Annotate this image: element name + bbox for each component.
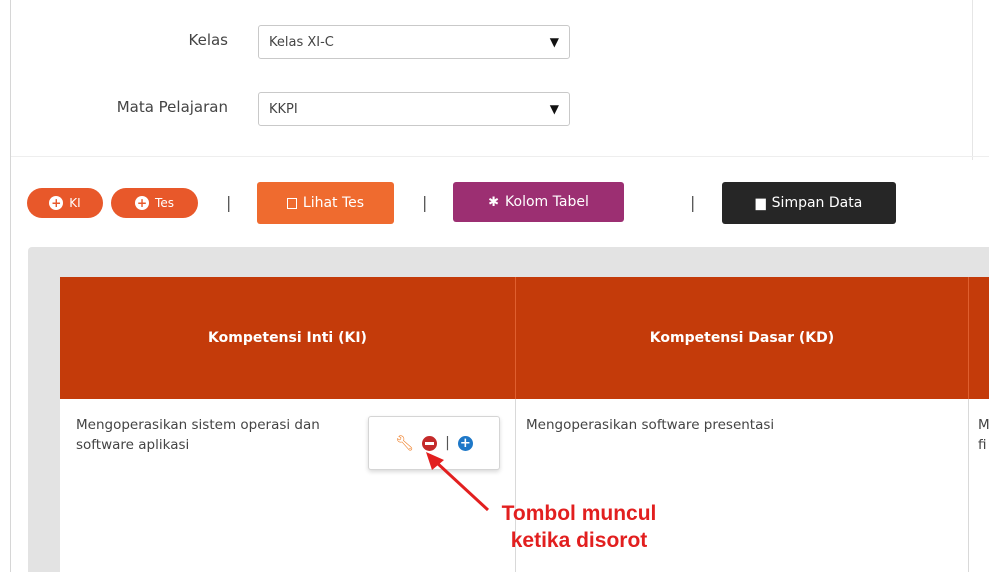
callout-text: Tombol muncul ketika disorot bbox=[476, 500, 682, 554]
add-icon[interactable]: + bbox=[457, 435, 473, 451]
gear-icon: ✱ bbox=[488, 194, 500, 210]
kelas-select[interactable]: Kelas XI-C ▼ bbox=[258, 25, 570, 59]
lihat-tes-label: Lihat Tes bbox=[302, 195, 365, 211]
column-divider bbox=[515, 277, 516, 399]
toolbar-separator: | bbox=[690, 193, 696, 212]
cell-ki[interactable]: Mengoperasikan sistem operasi dan softwa… bbox=[76, 415, 376, 455]
toolbar-separator: | bbox=[422, 193, 428, 212]
chevron-down-icon: ▼ bbox=[549, 102, 559, 116]
file-icon bbox=[286, 197, 297, 209]
page: Kelas Kelas XI-C ▼ Mata Pelajaran KKPI ▼… bbox=[0, 0, 989, 572]
add-tes-button[interactable]: + Tes bbox=[111, 188, 198, 218]
row-actions-popover: 🔧︎ | + bbox=[368, 416, 500, 470]
action-separator: | bbox=[445, 435, 450, 451]
divider bbox=[11, 156, 989, 157]
lihat-tes-button[interactable]: Lihat Tes bbox=[257, 182, 394, 224]
cell-col3[interactable]: M fi bbox=[978, 415, 989, 455]
left-border bbox=[10, 0, 11, 572]
column-divider bbox=[968, 277, 969, 399]
kolom-tabel-button[interactable]: ✱ Kolom Tabel bbox=[453, 182, 624, 222]
chevron-down-icon: ▼ bbox=[549, 35, 559, 49]
remove-icon[interactable] bbox=[422, 435, 438, 451]
callout-line1: Tombol muncul bbox=[501, 502, 657, 525]
simpan-data-label: Simpan Data bbox=[771, 195, 863, 211]
header-kd: Kompetensi Dasar (KD) bbox=[649, 330, 835, 346]
kelas-select-value: Kelas XI-C bbox=[269, 34, 334, 50]
plus-icon: + bbox=[49, 196, 64, 210]
right-border bbox=[972, 0, 973, 160]
mapel-select-value: KKPI bbox=[269, 101, 298, 117]
callout-line2: ketika disorot bbox=[510, 529, 648, 552]
add-ki-label: KI bbox=[69, 196, 81, 210]
mapel-select[interactable]: KKPI ▼ bbox=[258, 92, 570, 126]
simpan-data-button[interactable]: ▆ Simpan Data bbox=[722, 182, 896, 224]
add-ki-button[interactable]: + KI bbox=[27, 188, 103, 218]
header-ki: Kompetensi Inti (KI) bbox=[208, 330, 367, 346]
kelas-label: Kelas bbox=[188, 31, 229, 49]
mapel-label: Mata Pelajaran bbox=[116, 98, 228, 116]
wrench-icon[interactable]: 🔧︎ bbox=[395, 434, 414, 452]
add-tes-label: Tes bbox=[155, 196, 174, 210]
plus-icon: + bbox=[135, 196, 150, 210]
column-divider bbox=[968, 399, 969, 572]
kolom-tabel-label: Kolom Tabel bbox=[505, 194, 589, 210]
cell-kd[interactable]: Mengoperasikan software presentasi bbox=[526, 415, 946, 435]
toolbar-separator: | bbox=[226, 193, 232, 212]
save-icon: ▆ bbox=[755, 195, 766, 211]
